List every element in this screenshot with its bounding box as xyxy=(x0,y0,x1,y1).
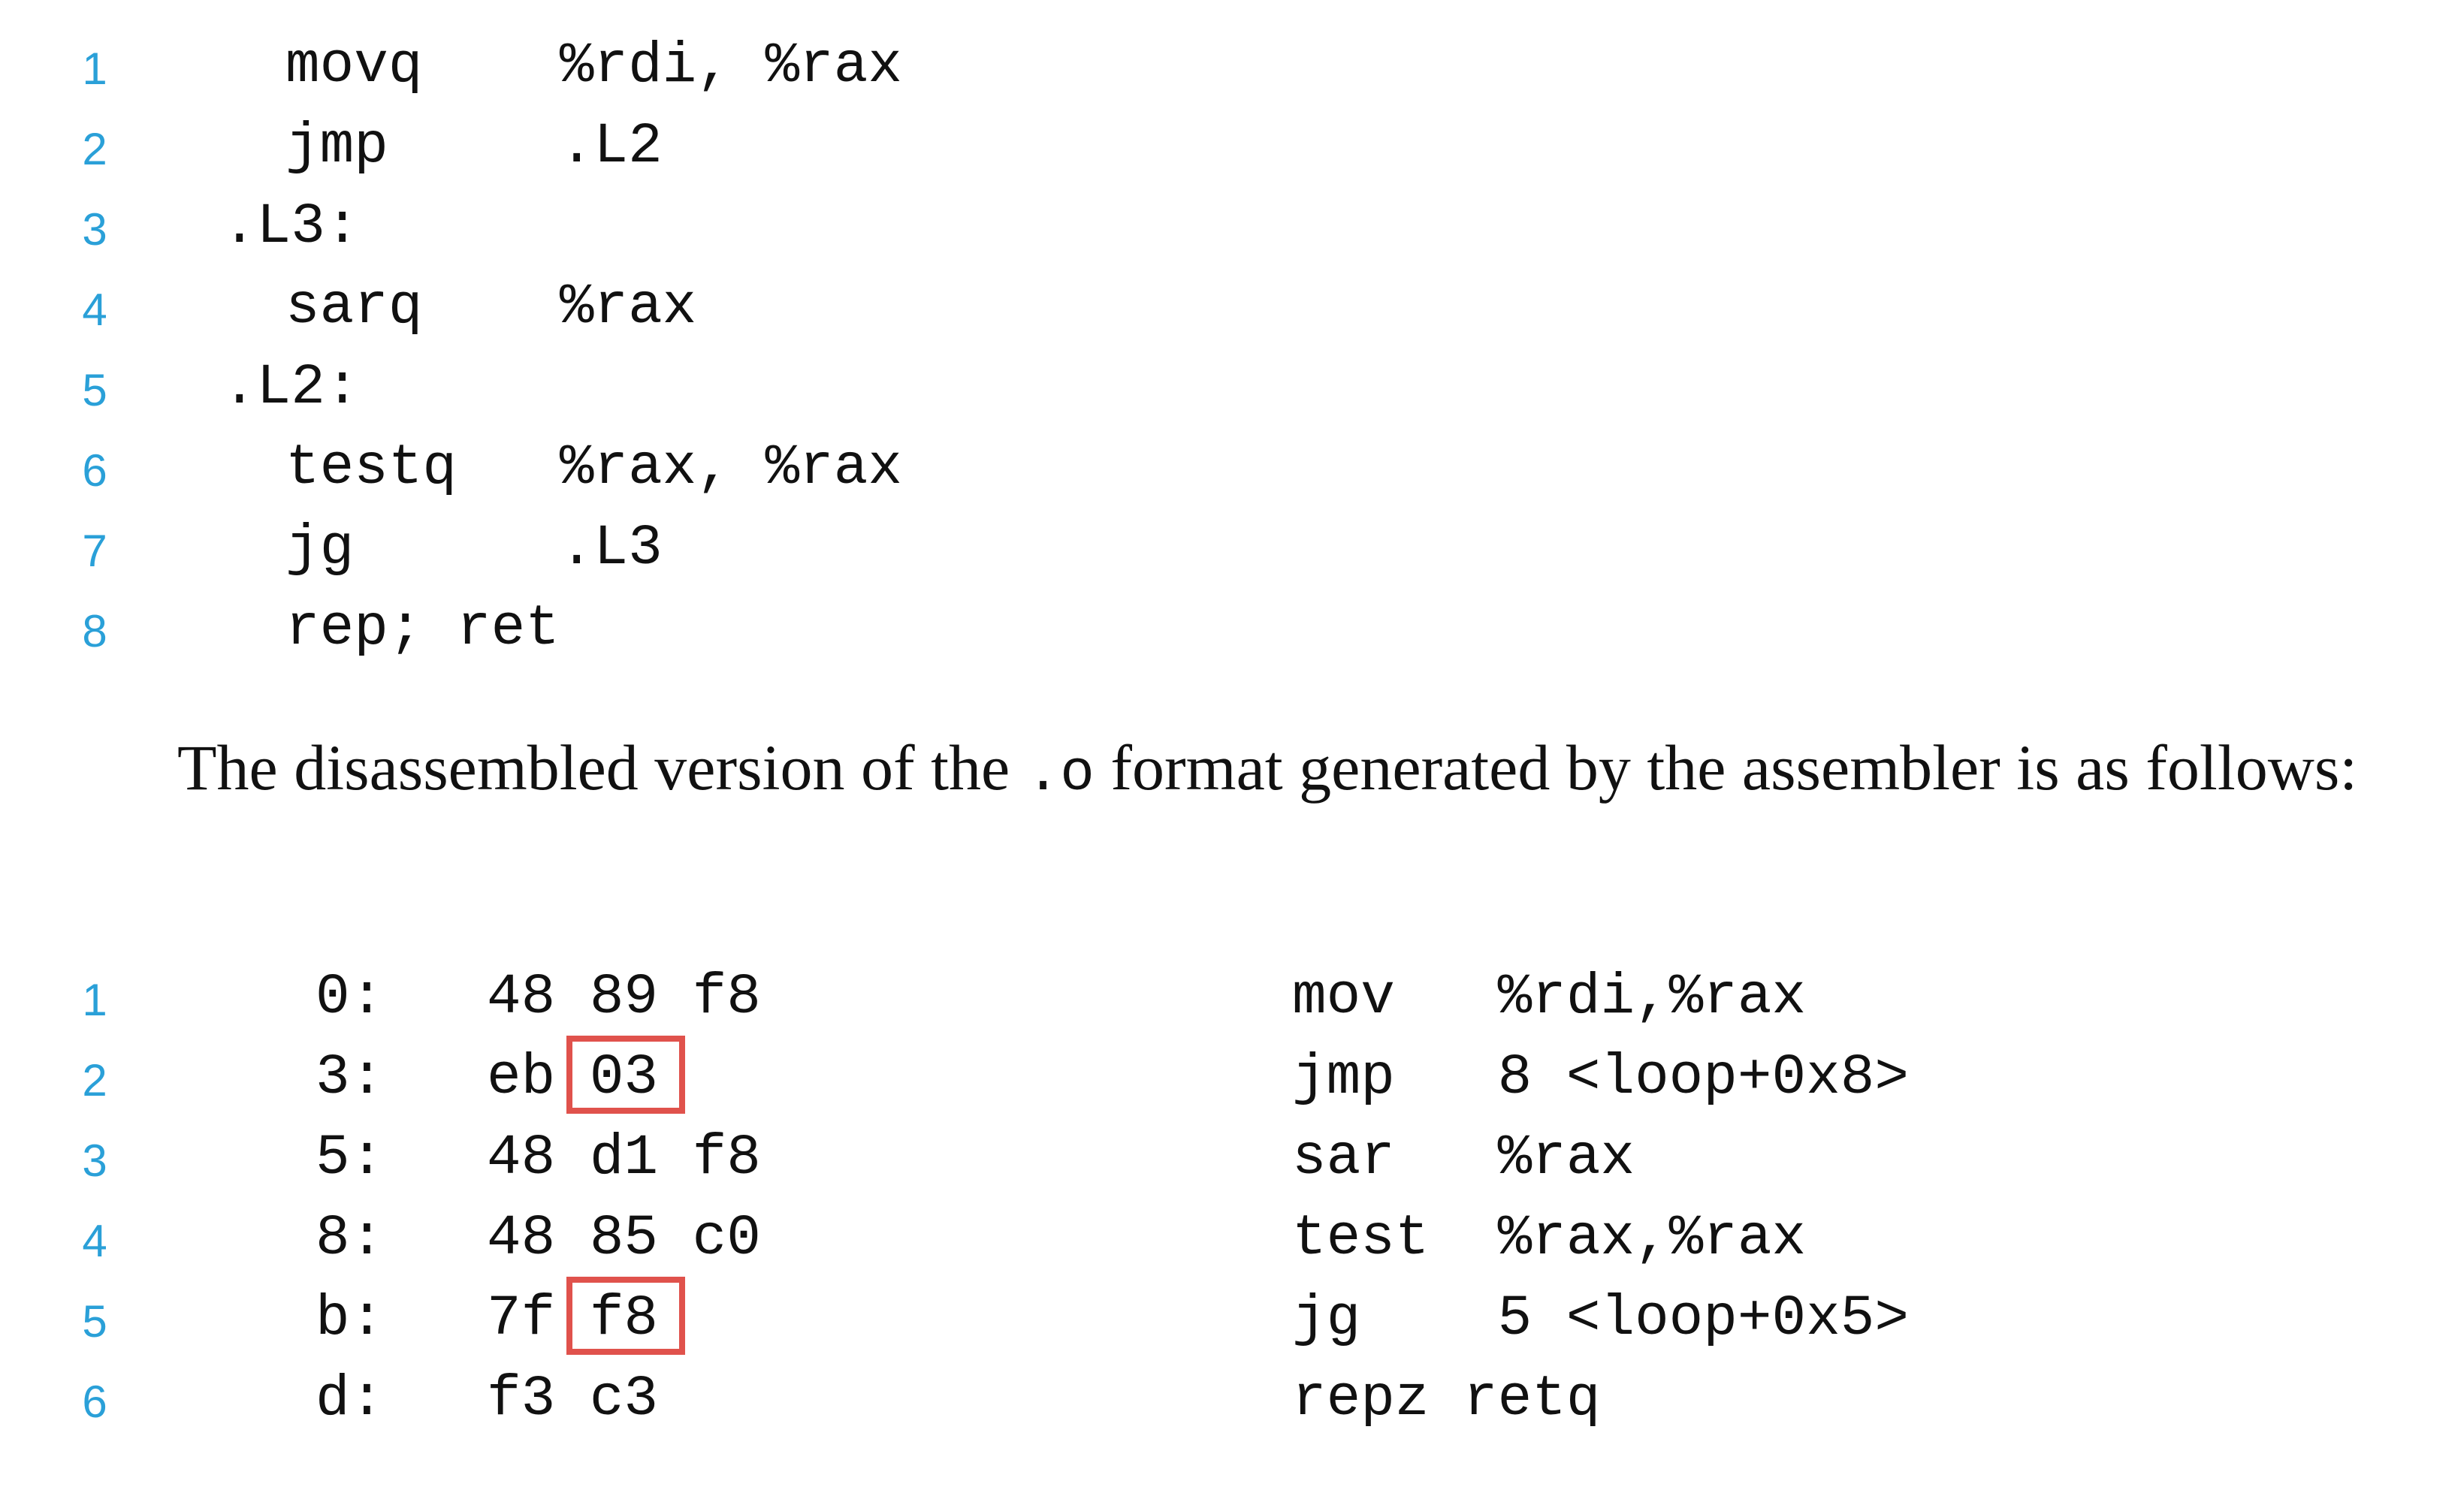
source-code: jmp .L2 xyxy=(285,114,663,179)
instruction: jg 5 <loop+0x5> xyxy=(1292,1286,1909,1351)
line-number: 6 xyxy=(82,445,107,496)
instruction: mov %rdi,%rax xyxy=(1292,965,1807,1030)
line-number: 7 xyxy=(82,526,107,576)
source-line: 1 movq %rdi, %rax xyxy=(0,23,2464,104)
line-number: 1 xyxy=(82,44,107,94)
highlight-box xyxy=(566,1036,685,1114)
paragraph-text-after: format generated by the assembler is as … xyxy=(1094,731,2358,804)
body-paragraph: The disassembled version of the .o forma… xyxy=(57,727,2401,815)
line-number: 4 xyxy=(82,285,107,335)
line-number: 8 xyxy=(82,606,107,656)
line-number: 6 xyxy=(82,1377,107,1427)
instruction: sar %rax xyxy=(1292,1126,1635,1190)
line-number: 3 xyxy=(82,1136,107,1186)
line-number: 2 xyxy=(82,124,107,174)
address: b: xyxy=(316,1286,385,1351)
highlight-box xyxy=(566,1277,685,1355)
source-line: 5 .L2: xyxy=(0,344,2464,425)
line-number: 2 xyxy=(82,1055,107,1105)
line-number: 3 xyxy=(82,204,107,255)
line-number: 1 xyxy=(82,975,107,1025)
disassembly-line: 6 d: f3 c3 repz retq xyxy=(0,1356,2464,1437)
disassembly-line: 2 3: eb 03 jmp 8 <loop+0x8> xyxy=(0,1034,2464,1115)
instruction: repz retq xyxy=(1292,1367,1601,1431)
paragraph-text-before: The disassembled version of the xyxy=(177,731,1026,804)
line-number: 5 xyxy=(82,1296,107,1347)
machine-bytes: 48 d1 f8 xyxy=(487,1126,761,1190)
source-code: jg .L3 xyxy=(285,516,663,581)
source-label: .L2: xyxy=(222,355,360,420)
instruction: test %rax,%rax xyxy=(1292,1206,1807,1271)
source-line: 7 jg .L3 xyxy=(0,505,2464,586)
address: d: xyxy=(316,1367,385,1431)
machine-bytes: f3 c3 xyxy=(487,1367,659,1431)
source-line: 6 testq %rax, %rax xyxy=(0,424,2464,505)
assembly-source-listing: 1 movq %rdi, %rax 2 jmp .L2 3 .L3: 4 sar… xyxy=(0,23,2464,668)
address: 8: xyxy=(316,1206,385,1271)
source-code: rep; ret xyxy=(285,596,560,661)
address: 3: xyxy=(316,1045,385,1110)
address: 5: xyxy=(316,1126,385,1190)
source-line: 3 .L3: xyxy=(0,183,2464,264)
disassembly-listing: 1 0: 48 89 f8 mov %rdi,%rax 2 3: eb 03 j… xyxy=(0,954,2464,1464)
address: 0: xyxy=(316,965,385,1030)
machine-bytes: 48 89 f8 xyxy=(487,965,761,1030)
inline-code: .o xyxy=(1025,742,1095,807)
source-code: movq %rdi, %rax xyxy=(285,34,902,98)
source-label: .L3: xyxy=(222,195,360,259)
source-line: 8 rep; ret xyxy=(0,585,2464,666)
instruction: jmp 8 <loop+0x8> xyxy=(1292,1045,1909,1110)
disassembly-line: 1 0: 48 89 f8 mov %rdi,%rax xyxy=(0,954,2464,1035)
disassembly-line: 4 8: 48 85 c0 test %rax,%rax xyxy=(0,1195,2464,1276)
disassembly-line: 3 5: 48 d1 f8 sar %rax xyxy=(0,1114,2464,1196)
machine-bytes: 48 85 c0 xyxy=(487,1206,761,1271)
disassembly-line: 5 b: 7f f8 jg 5 <loop+0x5> xyxy=(0,1275,2464,1356)
line-number: 4 xyxy=(82,1216,107,1266)
source-code: sarq %rax xyxy=(285,275,697,339)
line-number: 5 xyxy=(82,365,107,415)
source-line: 2 jmp .L2 xyxy=(0,103,2464,184)
source-line: 4 sarq %rax xyxy=(0,264,2464,345)
source-code: testq %rax, %rax xyxy=(285,436,902,500)
